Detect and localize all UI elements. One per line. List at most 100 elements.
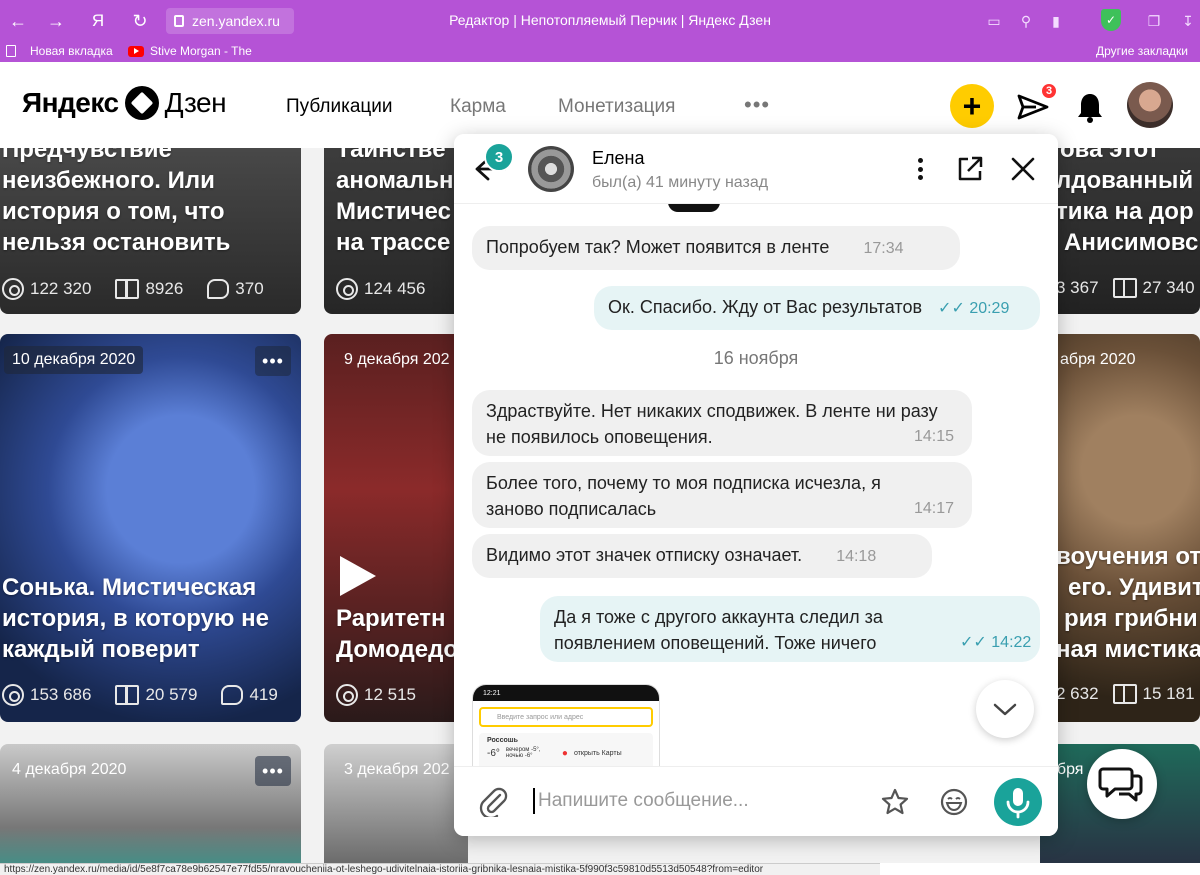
message-time-read: ✓✓ 14:22 [960,634,1032,651]
reload-icon[interactable]: ↻ [128,9,152,33]
card-title-line: Раритетн [336,605,446,632]
publication-card[interactable]: 9 декабря 202 Раритетн Домодедо 12 515 [324,334,468,722]
image-attachment[interactable]: 12:21 Введите запрос или адрес Россошь -… [472,684,660,766]
views-count: 153 686 [30,685,92,704]
close-icon[interactable] [1010,156,1036,182]
message-input[interactable] [538,787,838,815]
contact-avatar[interactable] [528,146,574,192]
unread-chats-badge: 3 [484,142,514,172]
publication-card[interactable]: 4 декабря 2020 ••• [0,744,301,863]
bookmark-icon[interactable]: ▮ [1046,11,1066,31]
reads-count: 15 181 [1142,684,1195,703]
card-title-line: Таинстве [336,148,446,163]
message-time: 14:18 [836,548,877,565]
publication-card[interactable]: Предчувствие неизбежного. Или история о … [0,148,301,314]
chat-header: 3 Елена был(а) 41 минуту назад [454,134,1058,204]
downloads-icon[interactable]: ↧ [1178,11,1198,31]
support-chat-button[interactable] [1087,749,1157,819]
card-title-line: аномальн [336,167,454,194]
scroll-down-button[interactable] [976,680,1034,738]
bookmark-stive-morgan[interactable]: Stive Morgan - The [128,44,252,58]
phone-maps-link: открыть Карты [573,749,622,757]
card-stats: 122 320 8926 370 [2,278,264,300]
contact-last-seen: был(а) 41 минуту назад [592,174,769,191]
play-icon[interactable] [340,556,376,596]
bookmark-label: Stive Morgan - The [150,44,252,58]
card-menu-icon[interactable]: ••• [255,346,291,376]
publication-card[interactable]: 3 декабря 202 [324,744,468,863]
messages-badge: 3 [1040,82,1058,100]
message-text: Попробуем так? Может появится в ленте [486,237,830,257]
more-menu-icon[interactable]: ••• [744,92,770,118]
message-text: Да я тоже с другого аккаунта следил за п… [554,607,883,653]
forward-icon[interactable]: → [44,9,68,33]
publication-card[interactable]: абря 2020 воучения от его. Удивит рия гр… [1040,334,1200,722]
phone-search-box: Введите запрос или адрес [479,707,653,727]
message-incoming[interactable]: Попробуем так? Может появится в ленте 17:… [472,226,960,270]
message-time: 17:34 [863,240,904,257]
yandex-zen-logo[interactable]: Яндекс Дзен [22,86,227,120]
views-icon [2,278,24,300]
reads-count: 8926 [145,279,184,298]
publication-card[interactable]: 10 декабря 2020 ••• Сонька. Мистическая … [0,334,301,722]
scroll-indicator [668,204,720,212]
message-text: Ок. Спасибо. Жду от Вас результатов [608,297,923,317]
zoom-icon[interactable]: ⚲ [1016,11,1036,31]
card-date: абря 2020 [1060,351,1136,368]
notifications-bell-icon[interactable] [1076,92,1104,124]
publication-card[interactable]: Таинстве аномальн Мистичес на трассе 124… [324,148,468,314]
comments-icon [207,279,230,299]
other-bookmarks[interactable]: Другие закладки [1096,44,1188,58]
address-bar[interactable]: zen.yandex.ru [166,8,294,34]
message-incoming[interactable]: Видимо этот значек отписку означает. 14:1… [472,534,932,578]
card-title-line: нельзя остановить [2,229,231,256]
message-outgoing[interactable]: Да я тоже с другого аккаунта следил за п… [540,596,1040,662]
youtube-icon [128,45,144,57]
card-menu-icon[interactable]: ••• [255,756,291,786]
views-count: 12 515 [364,685,416,704]
create-post-button[interactable]: + [950,84,994,128]
file-icon [6,45,16,57]
card-title-line: Анисимовс [1064,229,1199,256]
card-title-line: неизбежного. Или [2,167,215,194]
yandex-home-icon[interactable]: Я [86,9,110,33]
star-icon[interactable] [880,787,910,817]
user-avatar[interactable] [1127,82,1173,128]
logo-text-right: Дзен [164,87,227,118]
contact-name: Елена [592,148,645,168]
card-title-line: его. Удивит [1068,574,1200,601]
card-date: 10 декабря 2020 [4,346,144,374]
nav-karma[interactable]: Карма [450,96,506,118]
message-time: 20:29 [969,300,1010,317]
publication-card[interactable]: ова этот лдованный тика на дор Анисимовс… [1040,148,1200,314]
message-incoming[interactable]: Более того, почему то моя подписка исчез… [472,462,972,528]
chat-menu-icon[interactable] [910,156,930,182]
phone-time: 12:21 [483,689,501,697]
open-external-icon[interactable] [956,155,984,183]
share-icon[interactable]: ▭ [984,11,1004,31]
lock-icon [174,15,184,27]
emoji-icon[interactable] [939,787,969,817]
card-title-line: история о том, что [2,198,225,225]
message-text: Здраствуйте. Нет никаких сподвижек. В ле… [486,401,938,447]
views-count: 124 456 [364,279,426,298]
attach-icon[interactable] [478,785,508,817]
browser-toolbar: ← → Я ↻ zen.yandex.ru Редактор | Непотоп… [0,0,1200,42]
message-outgoing[interactable]: Ок. Спасибо. Жду от Вас результатов ✓✓ 20… [594,286,1040,330]
views-count: 2 632 [1056,684,1099,703]
message-incoming[interactable]: Здраствуйте. Нет никаких сподвижек. В ле… [472,390,972,456]
message-time-read: ✓✓ 20:29 [938,300,1010,317]
bookmark-new-tab[interactable]: Новая вкладка [6,44,113,58]
protect-shield-icon[interactable]: ✓ [1101,9,1121,31]
text-caret [533,788,535,814]
card-stats: 2 632 15 181 [1056,684,1195,704]
reads-count: 20 579 [145,685,198,704]
nav-monetization[interactable]: Монетизация [558,96,675,118]
voice-message-button[interactable] [994,778,1042,826]
phone-weather-detail: вечером -5°, ночью -6° [505,747,541,759]
comments-icon [221,685,244,705]
nav-publications[interactable]: Публикации [286,96,393,118]
phone-temp: -6° [487,747,500,759]
back-icon[interactable]: ← [6,9,30,33]
collections-icon[interactable]: ❐ [1144,11,1164,31]
